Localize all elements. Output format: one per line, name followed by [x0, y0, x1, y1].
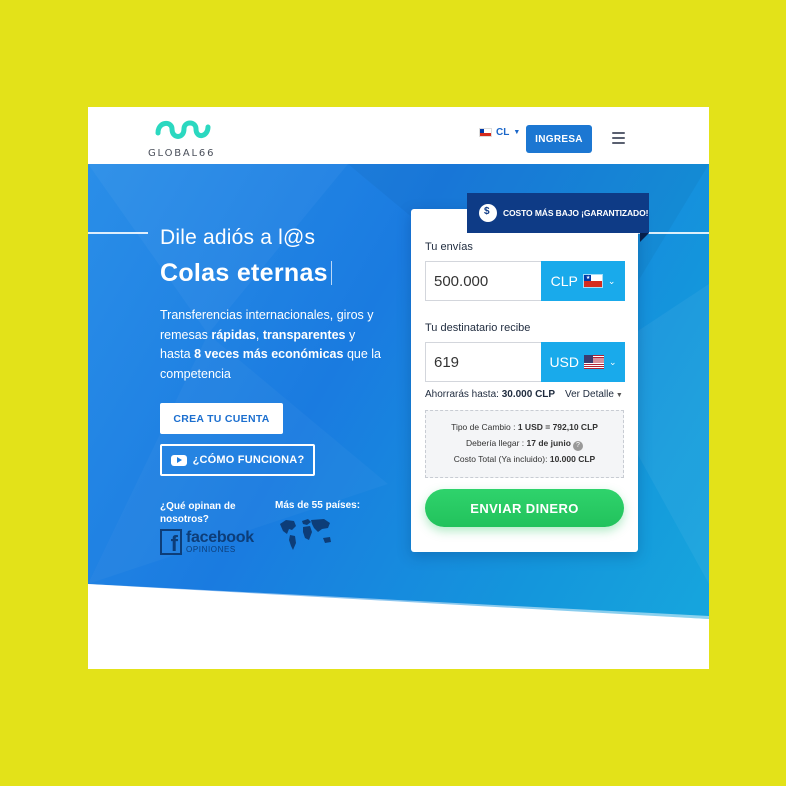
country-code: CL — [496, 127, 510, 138]
send-currency-code: CLP — [550, 273, 578, 289]
receive-currency-code: USD — [549, 354, 579, 370]
create-account-button[interactable]: CREA TU CUENTA — [160, 403, 283, 434]
countries-label: Más de 55 países: — [275, 500, 361, 511]
world-map-icon — [280, 519, 331, 550]
decorative-line-left — [88, 232, 148, 234]
transfer-calculator-card: Tu envías 500.000 CLP ★ ⌄ Tu destinatari… — [411, 209, 638, 552]
hero-headline-light: Dile adiós a l@s — [160, 226, 316, 249]
arrival-date-label: Debería llegar : — [466, 438, 527, 448]
description-emphasis: 8 veces más económicas — [194, 347, 344, 361]
receive-amount-input[interactable]: 619 — [425, 342, 541, 382]
hero-description: Transferencias internacionales, giros y … — [160, 306, 385, 384]
description-text: , — [255, 327, 263, 342]
arrival-date-value: 17 de junio — [526, 438, 571, 448]
chile-flag-icon: ★ — [582, 274, 603, 288]
opinions-question: ¿Qué opinan de nosotros? — [160, 501, 236, 525]
facebook-opinions-label: OPINIONES — [186, 544, 236, 554]
browser-page: GLOBAL66 CL ▼ INGRESA Dile adiós a l@s C… — [88, 107, 709, 669]
login-button[interactable]: INGRESA — [526, 125, 592, 153]
exchange-rate-line: Tipo de Cambio : 1 USD = 792,10 CLP — [426, 419, 623, 435]
view-details-toggle[interactable]: Ver Detalle ▼ — [565, 389, 623, 400]
description-emphasis: transparentes — [262, 327, 346, 342]
facebook-icon: f — [160, 529, 182, 555]
receive-amount-row: 619 USD ⌄ — [425, 342, 625, 382]
send-currency-select[interactable]: CLP ★ ⌄ — [541, 261, 625, 301]
total-cost-value: 10.000 CLP — [549, 454, 596, 464]
hero-headline-bold: Colas eternas — [160, 259, 332, 288]
chevron-down-icon: ⌄ — [609, 356, 617, 367]
facebook-opinions-link[interactable]: f facebook OPINIONES — [160, 529, 254, 555]
description-emphasis: rápidas — [211, 327, 256, 342]
typing-cursor — [330, 261, 332, 285]
send-money-button[interactable]: ENVIAR DINERO — [425, 489, 624, 527]
piggy-bank-icon — [479, 204, 497, 222]
help-icon[interactable]: ? — [572, 441, 583, 451]
receive-label: Tu destinatario recibe — [425, 322, 531, 334]
lowest-cost-ribbon: COSTO MÁS BAJO ¡GARANTIZADO! — [467, 193, 649, 233]
ribbon-fold — [640, 233, 649, 242]
youtube-play-icon — [170, 454, 187, 466]
caret-down-icon: ▼ — [513, 129, 521, 136]
exchange-rate-label: Tipo de Cambio : — [451, 422, 518, 432]
site-header: GLOBAL66 CL ▼ INGRESA — [88, 107, 709, 164]
exchange-rate-value: 1 USD = 792,10 CLP — [517, 422, 598, 432]
usa-flag-icon — [584, 355, 604, 369]
total-cost-label: Costo Total (Ya incluido): — [453, 454, 550, 464]
how-it-works-button[interactable]: ¿CÓMO FUNCIONA? — [160, 444, 315, 476]
transfer-details-box: Tipo de Cambio : 1 USD = 792,10 CLP Debe… — [425, 410, 624, 478]
hero-headline-bold-text: Colas eternas — [160, 259, 328, 287]
send-label: Tu envías — [425, 241, 473, 253]
savings-label: Ahorrarás hasta: — [425, 389, 499, 400]
arrival-date-line: Debería llegar : 17 de junio? — [426, 435, 623, 451]
logo-wave-icon — [155, 120, 211, 139]
send-amount-row: 500.000 CLP ★ ⌄ — [425, 261, 625, 301]
savings-info: Ahorrarás hasta: 30.000 CLP — [425, 389, 555, 400]
global66-logo[interactable]: GLOBAL66 — [148, 115, 220, 161]
send-amount-input[interactable]: 500.000 — [425, 261, 541, 301]
view-details-label: Ver Detalle — [565, 389, 614, 400]
receive-currency-select[interactable]: USD ⌄ — [541, 342, 625, 382]
facebook-wordmark: facebook — [186, 528, 254, 546]
total-cost-line: Costo Total (Ya incluido): 10.000 CLP — [426, 451, 623, 467]
how-it-works-label: ¿CÓMO FUNCIONA? — [192, 454, 305, 466]
ribbon-text: COSTO MÁS BAJO ¡GARANTIZADO! — [503, 208, 649, 218]
chevron-down-icon: ⌄ — [607, 275, 616, 286]
caret-down-icon: ▼ — [615, 392, 623, 399]
chile-flag-icon — [479, 128, 492, 137]
logo-wordmark: GLOBAL66 — [148, 148, 216, 159]
hamburger-menu-icon[interactable] — [612, 132, 625, 144]
savings-value: 30.000 CLP — [501, 389, 556, 400]
country-selector[interactable]: CL ▼ — [479, 127, 520, 138]
